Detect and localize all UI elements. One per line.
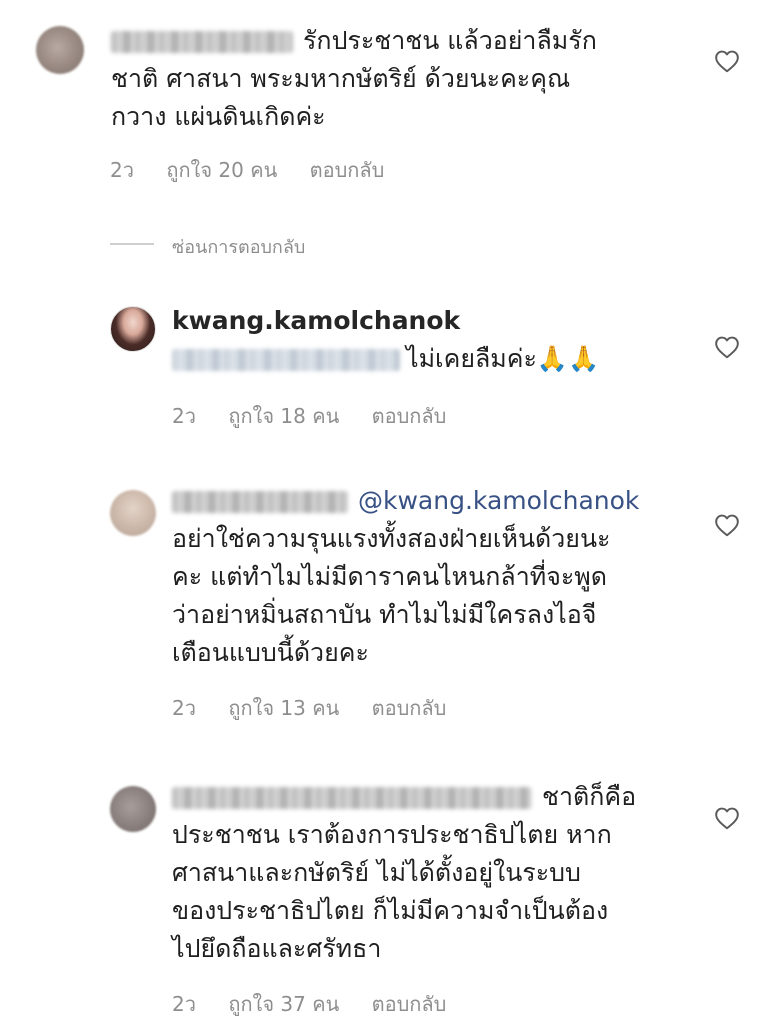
- comment-username[interactable]: kwang.kamolchanok: [172, 306, 460, 335]
- reply-button[interactable]: ตอบกลับ: [372, 988, 447, 1020]
- comment-meta: 2ว ถูกใจ 13 คน ตอบกลับ: [172, 692, 446, 724]
- comment-text: รักประชาชน แล้วอย่าลืมรัก ชาติ ศาสนา พระ…: [111, 26, 597, 131]
- reply-button[interactable]: ตอบกลับ: [310, 154, 385, 186]
- divider: [110, 243, 154, 245]
- timestamp: 2ว: [110, 158, 134, 182]
- comment-text: ชาติก็คือ ประชาชน เราต้องการประชาธิปไตย …: [172, 782, 637, 963]
- reply-button[interactable]: ตอบกลับ: [372, 400, 447, 432]
- blurred-username: [172, 787, 532, 809]
- likes-count[interactable]: ถูกใจ 20 คน: [166, 154, 277, 186]
- avatar[interactable]: [110, 306, 156, 352]
- likes-count[interactable]: ถูกใจ 37 คน: [228, 988, 339, 1020]
- comment-text: kwang.kamolchanok ไม่เคยลืมค่ะ🙏🙏: [172, 306, 600, 373]
- likes-count[interactable]: ถูกใจ 18 คน: [228, 400, 339, 432]
- like-heart-icon[interactable]: [714, 49, 740, 73]
- blurred-username: [111, 31, 293, 53]
- hide-replies-button[interactable]: ซ่อนการตอบกลับ: [172, 232, 305, 261]
- blurred-mention: [172, 349, 400, 371]
- timestamp: 2ว: [172, 404, 196, 428]
- avatar[interactable]: [36, 26, 84, 74]
- comment-meta: 2ว ถูกใจ 18 คน ตอบกลับ: [172, 400, 446, 432]
- avatar[interactable]: [110, 490, 156, 536]
- like-heart-icon[interactable]: [714, 335, 740, 359]
- reply-button[interactable]: ตอบกลับ: [372, 692, 447, 724]
- mention-link[interactable]: @kwang.kamolchanok: [358, 486, 639, 515]
- timestamp: 2ว: [172, 992, 196, 1016]
- comment-meta: 2ว ถูกใจ 20 คน ตอบกลับ: [110, 154, 384, 186]
- timestamp: 2ว: [172, 696, 196, 720]
- likes-count[interactable]: ถูกใจ 13 คน: [228, 692, 339, 724]
- like-heart-icon[interactable]: [714, 513, 740, 537]
- like-heart-icon[interactable]: [714, 806, 740, 830]
- avatar[interactable]: [110, 786, 156, 832]
- comment-meta: 2ว ถูกใจ 37 คน ตอบกลับ: [172, 988, 446, 1020]
- blurred-username: [172, 491, 348, 513]
- comment-text: @kwang.kamolchanok อย่าใช่ความรุนแรงทั้ง…: [172, 486, 640, 667]
